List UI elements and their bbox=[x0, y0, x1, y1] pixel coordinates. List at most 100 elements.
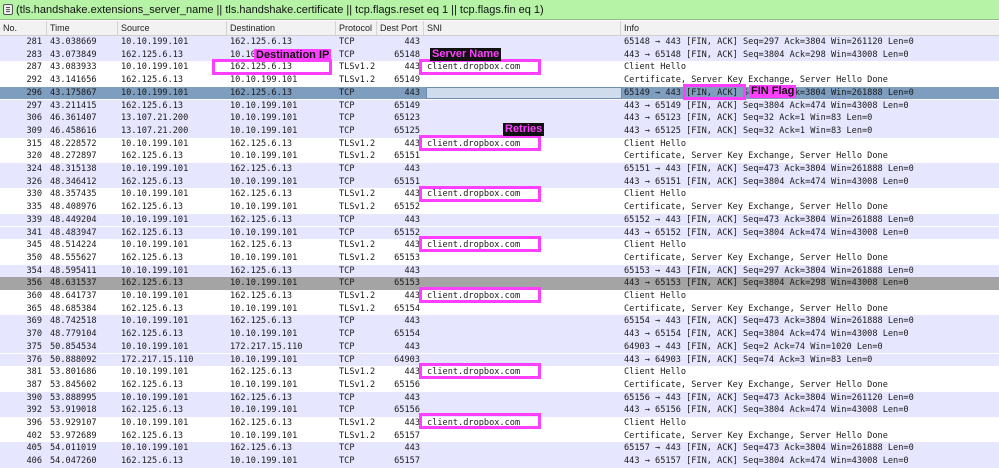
packet-dest-port: 65149 bbox=[394, 100, 420, 111]
packet-no: 360 bbox=[26, 291, 42, 301]
packet-time: 48.408976 bbox=[50, 202, 97, 213]
packet-destination: 162.125.6.13 bbox=[230, 240, 293, 251]
packet-time: 48.483947 bbox=[50, 227, 97, 238]
destination-ip-annotation: Destination IP bbox=[254, 49, 332, 62]
packet-time: 46.361407 bbox=[50, 113, 97, 124]
table-row[interactable]: 354 48.595411 10.10.199.101 162.125.6.13 TCP… bbox=[0, 264, 999, 278]
fin-flag-annotation: FIN Flag bbox=[749, 85, 797, 98]
table-row[interactable]: 387 53.845602 162.125.6.13 10.10.199.101 TLS… bbox=[0, 379, 999, 392]
packet-source: 172.217.15.110 bbox=[121, 354, 194, 365]
packet-destination: 10.10.199.101 bbox=[230, 405, 298, 416]
packet-destination: 10.10.199.101 bbox=[230, 303, 298, 314]
table-row[interactable]: 405 54.011019 10.10.199.101 162.125.6.13 TCP… bbox=[0, 442, 999, 456]
packet-no: 281 bbox=[26, 37, 42, 47]
packet-source: 162.125.6.13 bbox=[121, 430, 184, 441]
packet-source: 162.125.6.13 bbox=[121, 379, 184, 390]
column-header-sni[interactable]: SNI bbox=[427, 22, 442, 35]
packet-source: 162.125.6.13 bbox=[121, 303, 184, 314]
table-row[interactable]: 306 46.361407 13.107.21.200 10.10.199.101 TC… bbox=[0, 112, 999, 125]
packet-time: 53.929107 bbox=[50, 418, 97, 428]
packet-source: 10.10.199.101 bbox=[121, 291, 189, 301]
packet-time: 46.458616 bbox=[50, 125, 97, 136]
packet-no: 369 bbox=[26, 316, 42, 327]
packet-time: 53.845602 bbox=[50, 379, 97, 390]
packet-info: 443 → 65153 [FIN, ACK] Seq=3804 Ack=298 … bbox=[624, 278, 909, 289]
packet-destination: 162.125.6.13 bbox=[230, 138, 293, 149]
packet-info: 65152 → 443 [FIN, ACK] Seq=473 Ack=3804 … bbox=[624, 214, 914, 225]
packet-protocol: TCP bbox=[339, 341, 355, 352]
packet-protocol: TLSv1.2 bbox=[339, 303, 376, 314]
table-row[interactable]: 320 48.272897 162.125.6.13 10.10.199.101 TLS… bbox=[0, 150, 999, 163]
packet-info: Client Hello bbox=[624, 291, 687, 301]
packet-dest-port: 443 bbox=[404, 62, 420, 73]
column-header-dest-port[interactable]: Dest Port bbox=[380, 22, 418, 35]
table-row[interactable]: 402 53.972689 162.125.6.13 10.10.199.101 TLS… bbox=[0, 430, 999, 443]
table-row[interactable]: 324 48.315138 10.10.199.101 162.125.6.13 TCP… bbox=[0, 163, 999, 176]
packet-destination: 162.125.6.13 bbox=[230, 291, 293, 301]
packet-protocol: TCP bbox=[339, 87, 355, 98]
packet-destination: 10.10.199.101 bbox=[230, 379, 298, 390]
packet-protocol: TCP bbox=[339, 443, 355, 454]
packet-no: 315 bbox=[26, 138, 42, 149]
table-row[interactable]: 365 48.685384 162.125.6.13 10.10.199.101 TLS… bbox=[0, 303, 999, 316]
column-header-source[interactable]: Source bbox=[121, 22, 150, 35]
filter-bookmark-icon[interactable] bbox=[3, 4, 13, 15]
table-row[interactable]: 292 43.141656 162.125.6.13 10.10.199.101 TLS… bbox=[0, 74, 999, 87]
packet-destination: 162.125.6.13 bbox=[230, 418, 293, 428]
packet-destination: 10.10.199.101 bbox=[230, 329, 298, 340]
display-filter-input[interactable]: (tls.handshake.extensions_server_name ||… bbox=[16, 2, 544, 18]
table-row[interactable]: 375 50.854534 10.10.199.101 172.217.15.110 T… bbox=[0, 340, 999, 354]
packet-source: 10.10.199.101 bbox=[121, 37, 189, 47]
packet-info: 443 → 65125 [FIN, ACK] Seq=32 Ack=1 Win=… bbox=[624, 125, 873, 136]
packet-info: 443 → 65149 [FIN, ACK] Seq=3804 Ack=474 … bbox=[624, 100, 909, 111]
packet-destination: 162.125.6.13 bbox=[230, 189, 293, 200]
packet-destination: 10.10.199.101 bbox=[230, 227, 298, 238]
packet-info: 65149 → 443 [FIN, ACK] Seq=297 Ack=3804 … bbox=[624, 87, 914, 98]
packet-info: 65156 → 443 [FIN, ACK] Seq=473 Ack=3804 … bbox=[624, 392, 914, 403]
packet-dest-port: 65154 bbox=[394, 329, 420, 340]
packet-info: 65148 → 443 [FIN, ACK] Seq=297 Ack=3804 … bbox=[624, 37, 914, 47]
packet-info: 443 → 65156 [FIN, ACK] Seq=3804 Ack=474 … bbox=[624, 405, 909, 416]
table-row[interactable]: 296 43.175867 10.10.199.101 162.125.6.13 TCP… bbox=[0, 86, 999, 100]
table-row[interactable]: 350 48.555627 162.125.6.13 10.10.199.101 TLS… bbox=[0, 252, 999, 265]
column-header-time[interactable]: Time bbox=[50, 22, 70, 35]
packet-info: Client Hello bbox=[624, 240, 687, 251]
packet-source: 162.125.6.13 bbox=[121, 75, 184, 86]
packet-no: 392 bbox=[26, 405, 42, 416]
packet-info: Client Hello bbox=[624, 138, 687, 149]
table-row[interactable]: 370 48.779104 162.125.6.13 10.10.199.101 TCP… bbox=[0, 328, 999, 341]
table-row[interactable]: 390 53.888995 10.10.199.101 162.125.6.13 TCP… bbox=[0, 391, 999, 405]
table-row[interactable]: 281 43.038669 10.10.199.101 162.125.6.13 TCP… bbox=[0, 36, 999, 49]
packet-dest-port: 65157 bbox=[394, 456, 420, 467]
packet-protocol: TCP bbox=[339, 278, 355, 289]
packet-time: 53.801686 bbox=[50, 367, 97, 378]
sni-highlight-396 bbox=[419, 413, 541, 429]
column-header-destination[interactable]: Destination bbox=[230, 22, 275, 35]
packet-time: 43.083933 bbox=[50, 62, 97, 73]
packet-dest-port: 443 bbox=[404, 291, 420, 301]
packet-destination: 162.125.6.13 bbox=[230, 265, 293, 276]
table-row[interactable]: 406 54.047260 162.125.6.13 10.10.199.101 TCP… bbox=[0, 455, 999, 468]
table-row[interactable]: 339 48.449204 10.10.199.101 162.125.6.13 TCP… bbox=[0, 213, 999, 227]
table-row[interactable]: 335 48.408976 162.125.6.13 10.10.199.101 TLS… bbox=[0, 201, 999, 214]
table-row[interactable]: 297 43.211415 162.125.6.13 10.10.199.101 TCP… bbox=[0, 99, 999, 113]
packet-dest-port: 443 bbox=[404, 265, 420, 276]
packet-destination: 10.10.199.101 bbox=[230, 176, 298, 187]
sni-highlight-345 bbox=[419, 236, 541, 252]
sni-highlight-330 bbox=[419, 186, 541, 202]
column-header-protocol[interactable]: Protocol bbox=[339, 22, 372, 35]
packet-destination: 10.10.199.101 bbox=[230, 202, 298, 213]
column-header-info[interactable]: Info bbox=[624, 22, 639, 35]
packet-dest-port: 65123 bbox=[394, 113, 420, 124]
packet-protocol: TCP bbox=[339, 164, 355, 174]
display-filter-bar[interactable]: (tls.handshake.extensions_server_name ||… bbox=[0, 0, 999, 20]
sni-cell-editor[interactable] bbox=[426, 86, 622, 99]
table-row[interactable]: 369 48.742518 10.10.199.101 162.125.6.13 TCP… bbox=[0, 315, 999, 329]
column-header-no[interactable]: No. bbox=[3, 22, 17, 35]
packet-no: 406 bbox=[26, 456, 42, 467]
packet-dest-port: 443 bbox=[404, 164, 420, 174]
packet-no: 306 bbox=[26, 113, 42, 124]
packet-no: 297 bbox=[26, 100, 42, 111]
packet-dest-port: 443 bbox=[404, 341, 420, 352]
packet-protocol: TLSv1.2 bbox=[339, 189, 376, 200]
